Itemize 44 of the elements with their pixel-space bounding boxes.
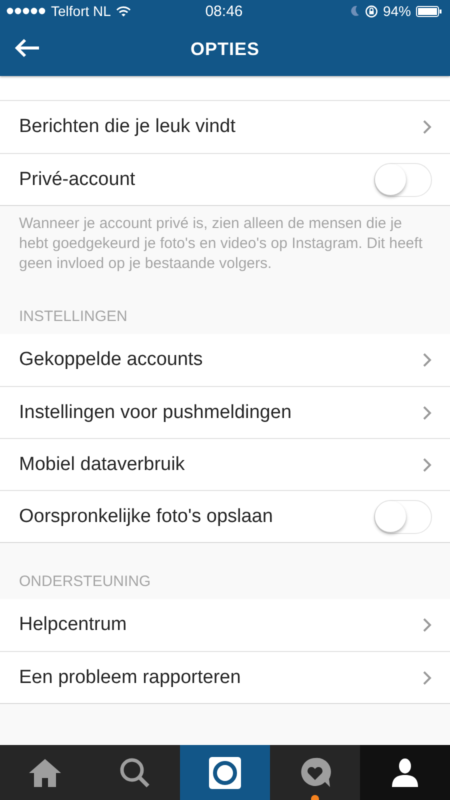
camera-icon bbox=[209, 756, 241, 788]
battery-icon bbox=[416, 6, 442, 16]
row-label: Privé-account bbox=[19, 168, 136, 190]
wifi-icon bbox=[116, 6, 131, 16]
rotation-lock-icon bbox=[364, 4, 378, 18]
chevron-icon bbox=[423, 120, 432, 134]
section-heading: INSTELLINGEN bbox=[19, 308, 128, 325]
search-icon bbox=[119, 756, 151, 788]
row-label: Instellingen voor pushmeldingen bbox=[19, 402, 292, 424]
settings-row[interactable]: Mobiel dataverbruik bbox=[0, 438, 450, 490]
status-time: 08:46 bbox=[205, 2, 243, 20]
row-label: Helpcentrum bbox=[19, 614, 127, 636]
moon-icon bbox=[350, 5, 360, 17]
settings-row[interactable]: Privé-account bbox=[0, 153, 450, 205]
heart-bubble-icon bbox=[299, 756, 331, 788]
settings-row[interactable]: Oorspronkelijke foto's opslaan bbox=[0, 490, 450, 542]
section-heading: ONDERSTEUNING bbox=[19, 573, 151, 590]
back-arrow-icon bbox=[14, 38, 40, 58]
privacy-note: Wanneer je account privé is, zien alleen de mensen die je hebt goedgekeurd je foto's en video's op Instagram. Dit heeft geen invloed op je bestaande volgers. bbox=[18, 214, 424, 274]
row-label: Een probleem rapporteren bbox=[19, 666, 241, 688]
toggle-switch[interactable] bbox=[374, 162, 432, 196]
tab-button[interactable] bbox=[360, 745, 450, 800]
row-label: Oorspronkelijke foto's opslaan bbox=[19, 506, 273, 528]
chevron-icon bbox=[423, 458, 432, 472]
row-label: Berichten die je leuk vindt bbox=[19, 116, 236, 138]
row-label: Gekoppelde accounts bbox=[19, 349, 203, 371]
chevron-icon bbox=[423, 618, 432, 632]
settings-row[interactable]: Gekoppelde accounts bbox=[0, 334, 450, 386]
settings-row[interactable]: Helpcentrum bbox=[0, 599, 450, 651]
profile-icon bbox=[391, 758, 419, 788]
signal-icon bbox=[6, 7, 46, 15]
toggle-switch[interactable] bbox=[374, 500, 432, 534]
home-icon bbox=[28, 758, 62, 788]
settings-row[interactable]: Berichten die je leuk vindt bbox=[0, 101, 450, 153]
battery-percent: 94% bbox=[382, 3, 411, 19]
settings-row[interactable]: Instellingen voor pushmeldingen bbox=[0, 386, 450, 438]
chevron-icon bbox=[423, 670, 432, 684]
chevron-icon bbox=[423, 406, 432, 420]
tab-button[interactable] bbox=[180, 745, 270, 800]
settings-row[interactable]: Een probleem rapporteren bbox=[0, 651, 450, 703]
row-label: Mobiel dataverbruik bbox=[19, 454, 185, 476]
chevron-icon bbox=[423, 353, 432, 367]
carrier-name: Telfort NL bbox=[51, 3, 111, 19]
screen-title: OPTIES bbox=[190, 38, 260, 60]
